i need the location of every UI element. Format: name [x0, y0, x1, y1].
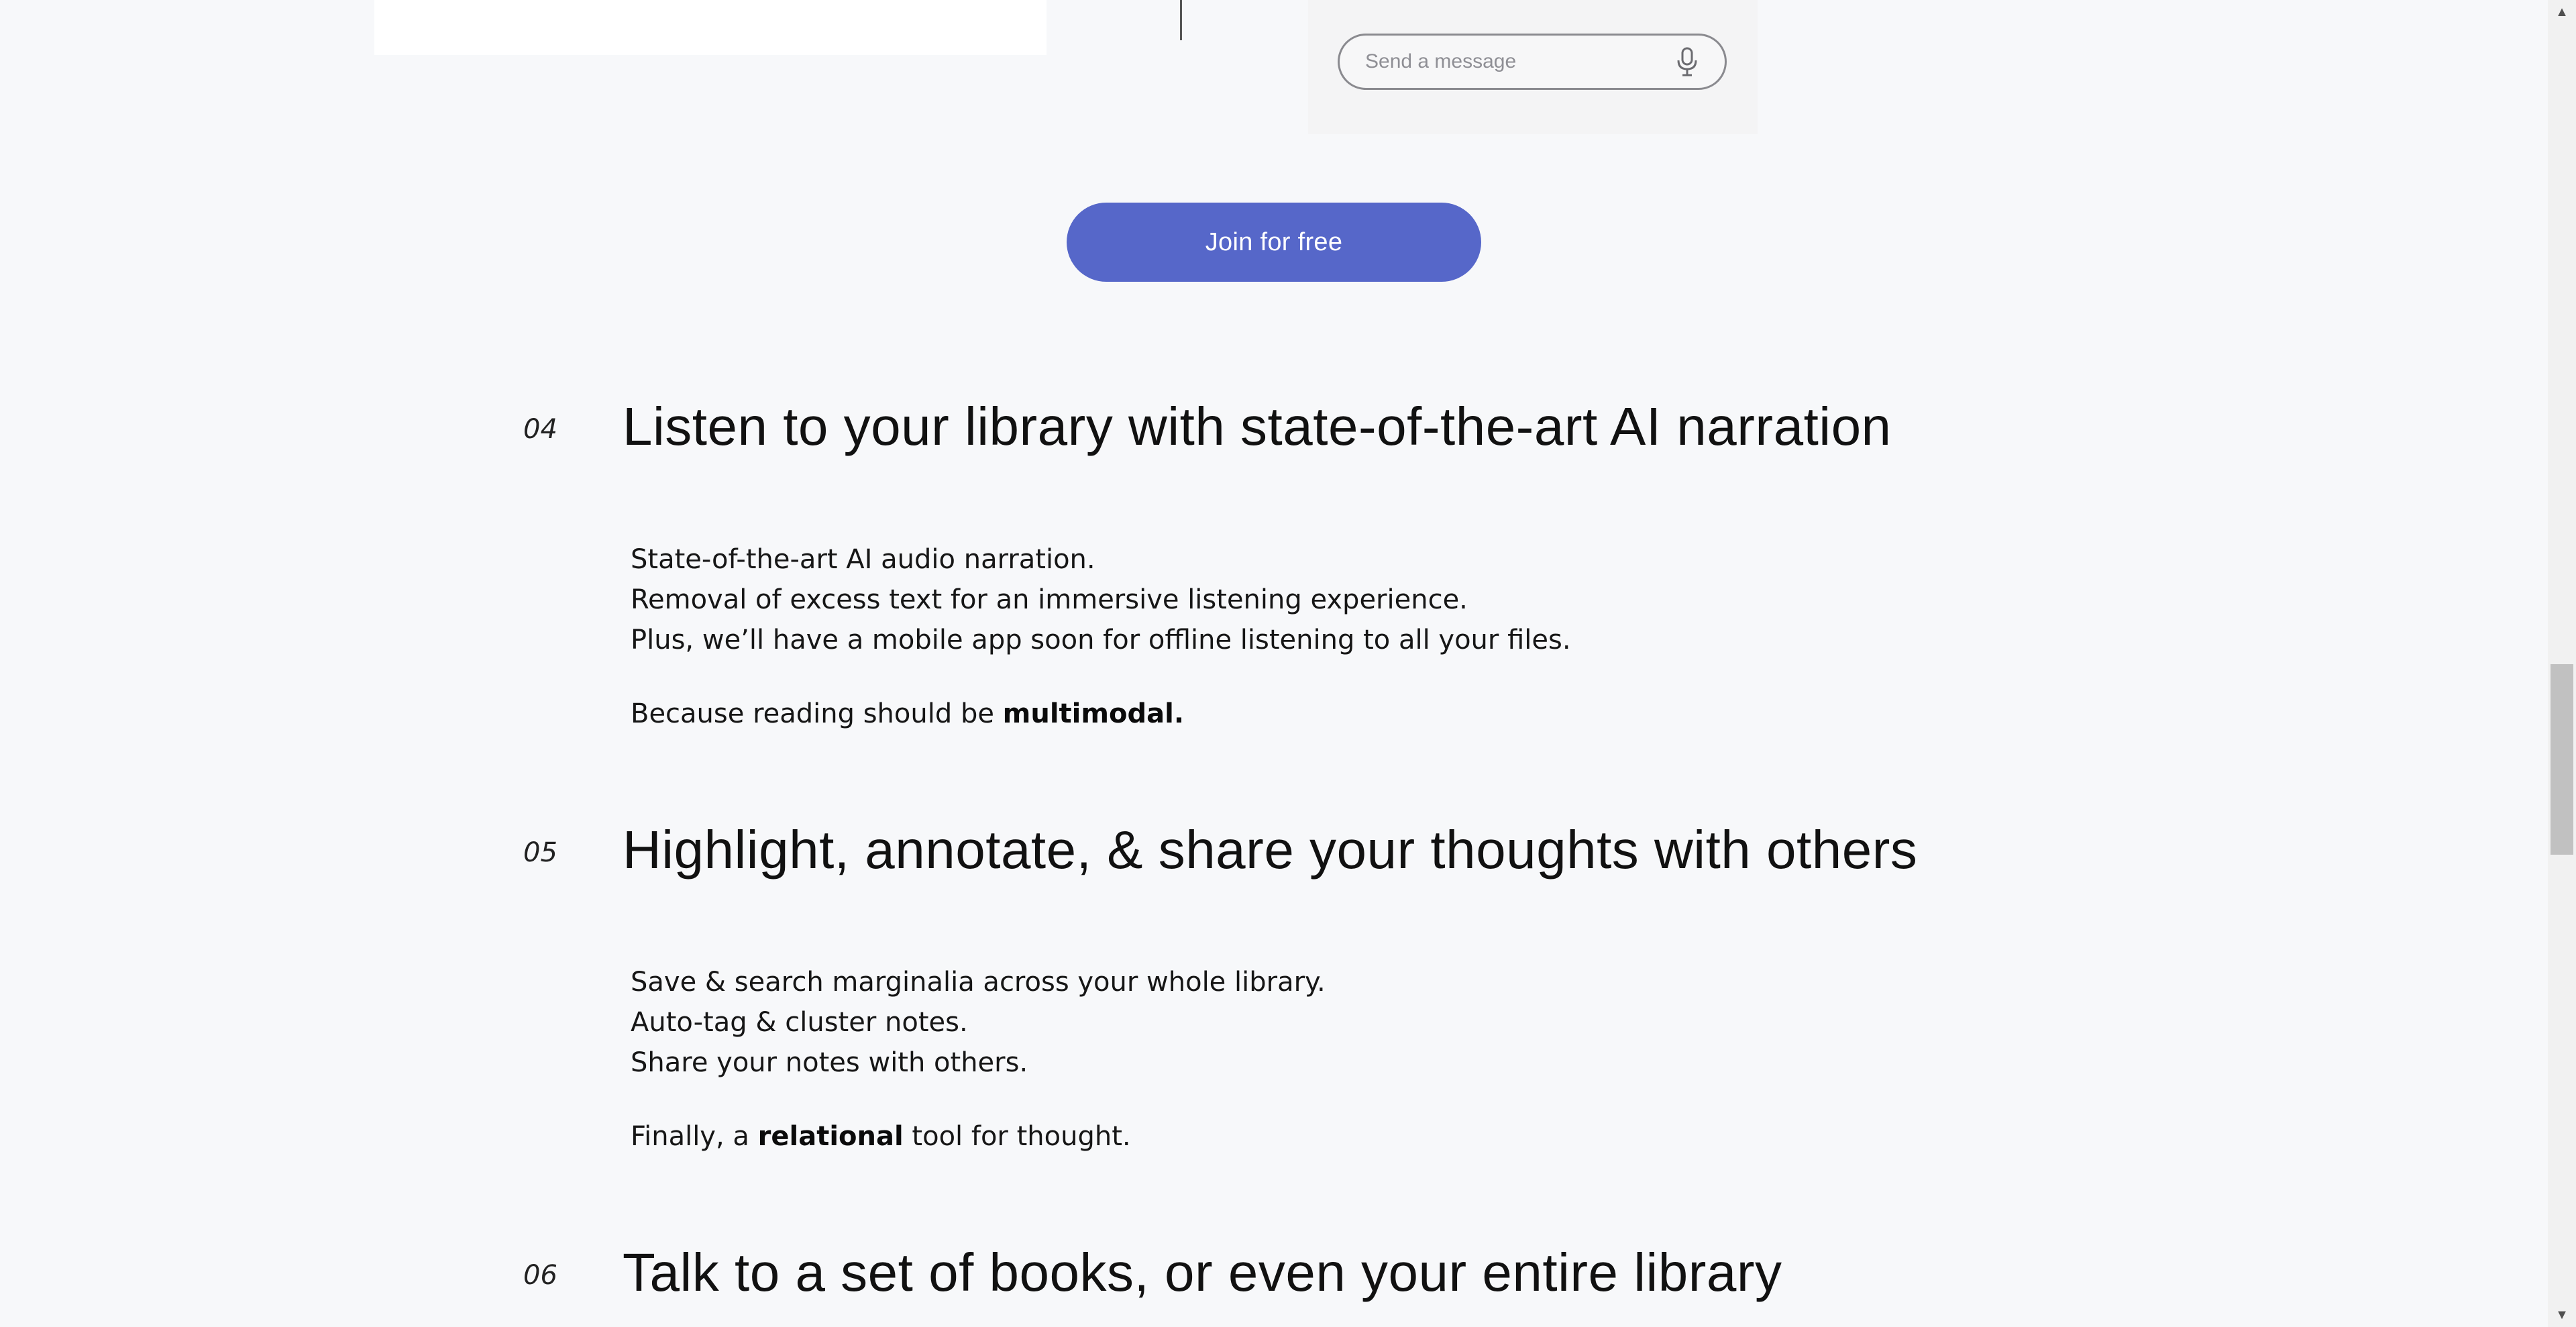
- vertical-scrollbar[interactable]: ▲ ▼: [2548, 0, 2576, 1327]
- scroll-up-arrow-icon[interactable]: ▲: [2548, 0, 2576, 24]
- feature-tagline: Finally, a relational tool for thought.: [631, 1116, 1326, 1157]
- vertical-divider: [1180, 0, 1182, 40]
- feature-line: Plus, we’ll have a mobile app soon for o…: [631, 625, 1571, 655]
- feature-line: Share your notes with others.: [631, 1047, 1028, 1078]
- microphone-icon[interactable]: [1674, 46, 1701, 78]
- message-input[interactable]: [1364, 50, 1662, 74]
- feature-title: Listen to your library with state-of-the…: [623, 396, 1892, 456]
- page: Join for free 04 Listen to your library …: [0, 0, 2548, 1327]
- scrollbar-thumb[interactable]: [2551, 664, 2573, 855]
- feature-number: 06: [523, 1260, 557, 1291]
- join-for-free-button[interactable]: Join for free: [1067, 203, 1481, 282]
- feature-line: State-of-the-art AI audio narration.: [631, 544, 1095, 575]
- feature-number: 05: [523, 837, 557, 868]
- tagline-emphasis: relational: [757, 1121, 904, 1152]
- feature-description: State-of-the-art AI audio narration. Rem…: [631, 539, 1571, 734]
- feature-line: Removal of excess text for an immersive …: [631, 584, 1468, 615]
- feature-line: Save & search marginalia across your who…: [631, 967, 1326, 998]
- feature-tagline: Because reading should be multimodal.: [631, 694, 1571, 734]
- feature-line: Auto-tag & cluster notes.: [631, 1007, 968, 1038]
- tagline-emphasis: multimodal.: [1002, 698, 1185, 729]
- tagline-text: Because reading should be: [631, 698, 1003, 729]
- chat-demo-panel: [1308, 0, 1758, 134]
- tagline-text: tool for thought.: [903, 1121, 1131, 1152]
- feature-description: Save & search marginalia across your who…: [631, 962, 1326, 1157]
- feature-number: 04: [523, 414, 557, 445]
- feature-title: Highlight, annotate, & share your though…: [623, 820, 1918, 880]
- scroll-down-arrow-icon[interactable]: ▼: [2548, 1303, 2576, 1327]
- message-input-container[interactable]: [1338, 34, 1727, 90]
- feature-title: Talk to a set of books, or even your ent…: [623, 1242, 1782, 1302]
- preview-card: [374, 0, 1046, 55]
- tagline-text: Finally, a: [631, 1121, 758, 1152]
